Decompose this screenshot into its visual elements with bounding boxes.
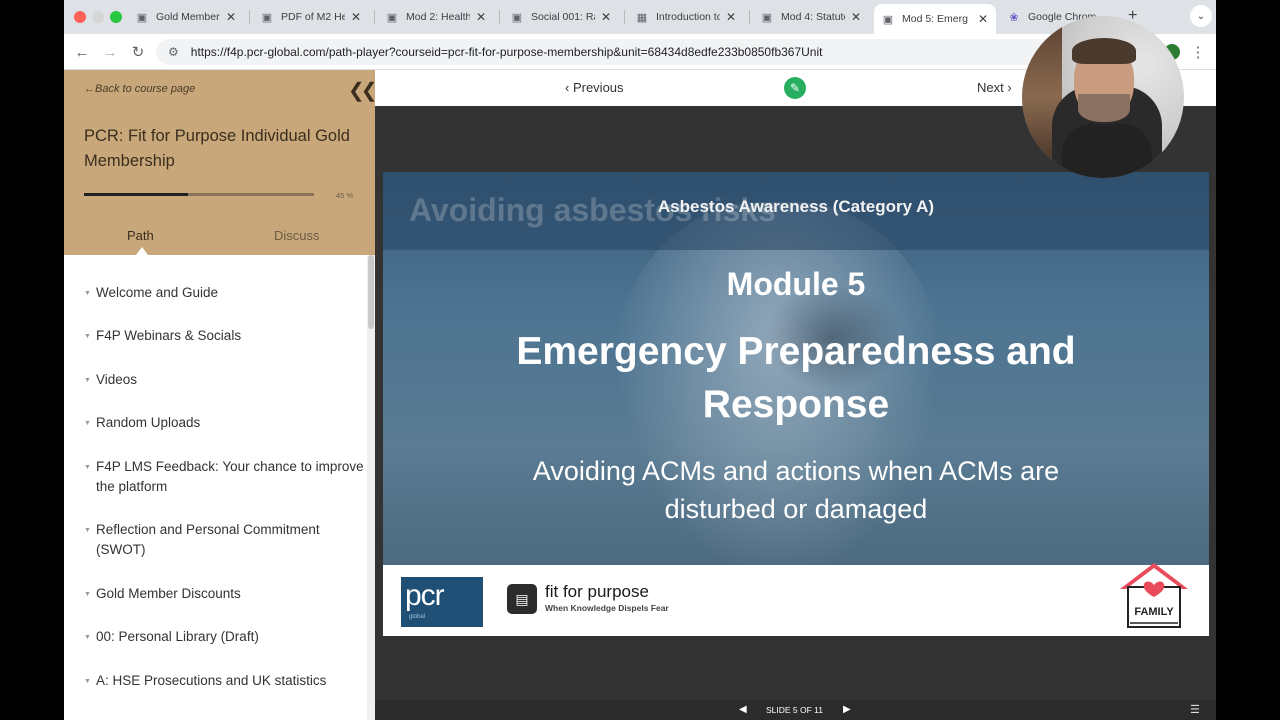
brand-name: fit for purpose <box>545 582 649 601</box>
caret-down-icon: ▼ <box>84 678 91 685</box>
caret-down-icon: ▼ <box>84 290 91 297</box>
caret-down-icon: ▼ <box>84 377 91 384</box>
progress-bar <box>84 193 314 196</box>
back-to-course-link[interactable]: ←Back to course page <box>84 83 195 95</box>
back-arrow-icon[interactable]: ← <box>72 42 92 62</box>
browser-tab[interactable]: ▣ Mod 4: Statuto ✕ <box>753 4 869 30</box>
browser-tab[interactable]: ▣ Mod 2: Health ✕ <box>378 4 494 30</box>
chevron-left-icon: ‹ <box>565 80 573 95</box>
browser-tab-active[interactable]: ▣ Mod 5: Emerg ✕ <box>874 4 996 34</box>
progress-percent: 45 % <box>336 191 354 200</box>
list-item[interactable]: ▼ Welcome and Guide <box>84 283 364 304</box>
progress-fill <box>84 193 188 196</box>
reload-icon[interactable]: ↻ <box>128 42 148 62</box>
minimize-window-button[interactable] <box>92 11 104 23</box>
close-tab-icon[interactable]: ✕ <box>476 10 486 24</box>
list-item[interactable]: ▼ Random Uploads <box>84 413 364 434</box>
family-house-logo: FAMILY <box>1120 563 1188 628</box>
monitor-icon: ▣ <box>136 11 148 24</box>
triangle-right-icon[interactable]: ▶ <box>843 704 851 715</box>
list-item[interactable]: ▼ F4P Webinars & Socials <box>84 326 364 347</box>
triangle-left-icon[interactable]: ◀ <box>739 704 747 715</box>
browser-tab[interactable]: ▣ Gold Members ✕ <box>128 4 244 30</box>
slide-module: Module 5 <box>726 266 866 302</box>
tab-search-button[interactable]: ⌄ <box>1190 5 1212 27</box>
hazmat-worker-photo: Avoiding asbestos risks Asbestos Awarene… <box>383 172 1209 582</box>
course-sidebar: ←Back to course page ❮❮ PCR: Fit for Pur… <box>64 70 377 720</box>
browser-tab[interactable]: ▦ Introduction to ✕ <box>628 4 744 30</box>
brand-tagline: When Knowledge Dispels Fear <box>545 603 669 613</box>
slide-title: Emergency Preparedness and Response <box>516 330 1076 426</box>
maximize-window-button[interactable] <box>110 11 122 23</box>
monitor-icon: ▣ <box>386 11 398 24</box>
pencil-icon[interactable]: ✎ <box>784 77 806 99</box>
slide-subtitle: Avoiding ACMs and actions when ACMs are … <box>532 456 1060 524</box>
close-tab-icon[interactable]: ✕ <box>351 10 361 24</box>
list-item[interactable]: ▼ 00: Personal Library (Draft) <box>84 627 364 648</box>
close-tab-icon[interactable]: ✕ <box>851 10 861 24</box>
tab-separator <box>374 10 375 24</box>
pcr-global-logo: pcr global <box>401 577 483 627</box>
menu-kebab-icon[interactable]: ⋮ <box>1188 42 1208 62</box>
chevron-right-icon: › <box>1003 80 1012 95</box>
sidebar-header: ←Back to course page ❮❮ PCR: Fit for Pur… <box>64 70 377 255</box>
address-bar[interactable]: ⚙ https://f4p.pcr-global.com/path-player… <box>156 39 1156 65</box>
url-text: https://f4p.pcr-global.com/path-player?c… <box>190 45 823 59</box>
site-info-icon[interactable]: ⚙ <box>168 45 179 59</box>
caret-down-icon: ▼ <box>84 464 91 471</box>
svg-text:FAMILY: FAMILY <box>1134 606 1174 618</box>
caret-down-icon: ▼ <box>84 634 91 641</box>
tab-discuss[interactable]: Discuss <box>274 228 320 243</box>
tab-separator <box>749 10 750 24</box>
close-window-button[interactable] <box>74 11 86 23</box>
presentation-slide: Avoiding asbestos risks Asbestos Awarene… <box>383 172 1209 636</box>
monitor-icon: ▣ <box>261 11 273 24</box>
gear-icon: ❀ <box>1009 11 1019 24</box>
active-tab-caret <box>136 247 148 255</box>
collapse-sidebar-icon[interactable]: ❮❮ <box>348 78 377 103</box>
monitor-icon: ▣ <box>761 11 773 24</box>
browser-tab[interactable]: ▣ PDF of M2 Hea ✕ <box>253 4 369 30</box>
list-item[interactable]: ▼ A: HSE Prosecutions and UK statistics <box>84 671 364 692</box>
close-tab-icon[interactable]: ✕ <box>226 10 236 24</box>
slide-menu-icon[interactable]: ☰ <box>1190 703 1200 716</box>
monitor-icon: ▤ <box>507 584 537 614</box>
webcam-hair <box>1072 38 1136 64</box>
caret-down-icon: ▼ <box>84 420 91 427</box>
list-item[interactable]: ▼ Videos <box>84 370 364 391</box>
forward-arrow-icon[interactable]: → <box>100 42 120 62</box>
arrow-left-icon: ← <box>84 83 95 95</box>
list-item[interactable]: ▼ Gold Member Discounts <box>84 584 364 605</box>
browser-tab[interactable]: ▣ Social 001: Rar ✕ <box>503 4 619 30</box>
slide-category: Asbestos Awareness (Category A) <box>657 197 935 216</box>
list-item[interactable]: ▼ Reflection and Personal Commitment (SW… <box>84 520 364 560</box>
caret-down-icon: ▼ <box>84 527 91 534</box>
slide-footer: pcr global ▤ fit for purpose When Knowle… <box>383 563 1209 636</box>
list-item[interactable]: ▼ F4P LMS Feedback: Your chance to impro… <box>84 457 364 497</box>
previous-button[interactable]: ‹ Previous <box>565 80 624 95</box>
monitor-icon: ▣ <box>511 11 523 24</box>
caret-down-icon: ▼ <box>84 333 91 340</box>
tab-separator <box>499 10 500 24</box>
close-tab-icon[interactable]: ✕ <box>978 12 988 26</box>
next-button[interactable]: Next › <box>977 80 1012 95</box>
close-tab-icon[interactable]: ✕ <box>601 10 611 24</box>
close-tab-icon[interactable]: ✕ <box>726 10 736 24</box>
slide-counter: SLIDE 5 OF 11 <box>766 705 824 715</box>
webcam-body <box>1062 124 1152 178</box>
sidebar-scrollbar[interactable] <box>367 255 375 720</box>
slide-controls: ◀ SLIDE 5 OF 11 ▶ ☰ <box>375 700 1216 720</box>
caret-down-icon: ▼ <box>84 591 91 598</box>
tab-path[interactable]: Path <box>127 228 154 243</box>
monitor-icon: ▣ <box>882 13 894 26</box>
tab-separator <box>624 10 625 24</box>
webcam-beard <box>1078 94 1130 122</box>
course-title: PCR: Fit for Purpose Individual Gold Mem… <box>84 127 350 170</box>
tab-separator <box>249 10 250 24</box>
qr-icon: ▦ <box>636 11 648 24</box>
presenter-webcam <box>1022 16 1184 178</box>
scrollbar-thumb[interactable] <box>368 255 374 329</box>
